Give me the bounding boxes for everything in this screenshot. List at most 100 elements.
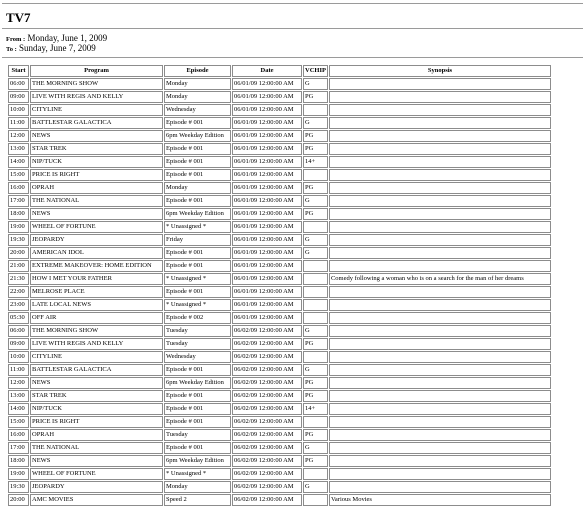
table-row: 17:00 THE NATIONAL Episode # 001 06/02/09 1… — [8, 442, 551, 454]
program-cell: HOW I MET YOUR FATHER — [30, 273, 163, 285]
start-time-cell: 05:30 — [8, 312, 29, 324]
vchip-cell — [303, 273, 328, 285]
synopsis-cell — [328, 286, 551, 298]
synopsis-cell: Comedy following a woman who is on a sea… — [328, 273, 551, 285]
episode-cell: Monday — [164, 182, 231, 194]
table-row: 13:00 STAR TREK Episode # 001 06/02/09 12:0… — [8, 390, 551, 402]
start-time-cell: 19:30 — [8, 234, 29, 246]
table-row: 12:00 NEWS 6pm Weekday Edition 06/02/09 12:… — [8, 377, 551, 389]
program-cell: STAR TREK — [30, 143, 163, 155]
table-row: 19:30 JEOPARDY Friday 06/01/09 12:00:00 AM G — [8, 234, 551, 246]
table-row: 22:00 MELROSE PLACE Episode # 001 06/01/09 … — [8, 286, 551, 298]
to-value: Sunday, June 7, 2009 — [19, 43, 96, 53]
program-cell: PRICE IS RIGHT — [30, 416, 163, 428]
program-cell: OFF AIR — [30, 312, 163, 324]
episode-cell: Speed 2 — [164, 494, 231, 506]
from-label: From : — [6, 36, 26, 43]
program-cell: JEOPARDY — [30, 234, 163, 246]
table-row: 05:30 OFF AIR Episode # 002 06/01/09 12:00:… — [8, 312, 551, 324]
vchip-cell: G — [303, 442, 328, 454]
table-row: 21:00 EXTREME MAKEOVER: HOME EDITION Episo… — [8, 260, 551, 272]
vchip-cell: G — [303, 234, 328, 246]
synopsis-cell — [328, 130, 551, 142]
synopsis-cell — [328, 91, 551, 103]
vchip-cell: 14+ — [303, 403, 328, 415]
synopsis-cell — [328, 104, 551, 116]
date-cell: 06/02/09 12:00:00 AM — [232, 325, 302, 337]
vchip-cell — [303, 468, 328, 480]
synopsis-cell — [328, 260, 551, 272]
table-row: 19:00 WHEEL OF FORTUNE * Unassigned * 06/01… — [8, 221, 551, 233]
vchip-cell — [303, 286, 328, 298]
start-time-cell: 16:00 — [8, 429, 29, 441]
date-cell: 06/02/09 12:00:00 AM — [232, 481, 302, 493]
to-label: To : — [6, 46, 17, 53]
start-time-cell: 20:00 — [8, 247, 29, 259]
vchip-cell: 14+ — [303, 156, 328, 168]
column-header-episode: Episode — [164, 65, 231, 77]
synopsis-cell — [328, 325, 551, 337]
program-cell: PRICE IS RIGHT — [30, 169, 163, 181]
episode-cell: Wednesday — [164, 104, 231, 116]
episode-cell: Monday — [164, 78, 231, 90]
start-time-cell: 09:00 — [8, 338, 29, 350]
vchip-cell: PG — [303, 143, 328, 155]
date-cell: 06/01/09 12:00:00 AM — [232, 91, 302, 103]
episode-cell: Episode # 001 — [164, 260, 231, 272]
episode-cell: Episode # 001 — [164, 403, 231, 415]
table-row: 12:00 NEWS 6pm Weekday Edition 06/01/09 12:… — [8, 130, 551, 142]
date-cell: 06/01/09 12:00:00 AM — [232, 247, 302, 259]
date-cell: 06/01/09 12:00:00 AM — [232, 169, 302, 181]
table-row: 23:00 LATE LOCAL NEWS * Unassigned * 06/01/… — [8, 299, 551, 311]
table-row: 20:00 AMERICAN IDOL Episode # 001 06/01/09 … — [8, 247, 551, 259]
date-cell: 06/01/09 12:00:00 AM — [232, 221, 302, 233]
start-time-cell: 19:00 — [8, 221, 29, 233]
program-cell: THE NATIONAL — [30, 195, 163, 207]
date-cell: 06/02/09 12:00:00 AM — [232, 429, 302, 441]
start-time-cell: 19:30 — [8, 481, 29, 493]
start-time-cell: 06:00 — [8, 325, 29, 337]
episode-cell: * Unassigned * — [164, 299, 231, 311]
table-row: 13:00 STAR TREK Episode # 001 06/01/09 12:0… — [8, 143, 551, 155]
synopsis-cell — [328, 455, 551, 467]
vchip-cell: PG — [303, 390, 328, 402]
start-time-cell: 21:00 — [8, 260, 29, 272]
synopsis-cell — [328, 377, 551, 389]
vchip-cell: PG — [303, 455, 328, 467]
program-cell: JEOPARDY — [30, 481, 163, 493]
vchip-cell: G — [303, 78, 328, 90]
episode-cell: 6pm Weekday Edition — [164, 377, 231, 389]
date-cell: 06/01/09 12:00:00 AM — [232, 104, 302, 116]
table-row: 17:00 THE NATIONAL Episode # 001 06/01/09 1… — [8, 195, 551, 207]
vchip-cell: G — [303, 195, 328, 207]
page-title: TV7 — [6, 10, 31, 25]
episode-cell: Friday — [164, 234, 231, 246]
program-cell: WHEEL OF FORTUNE — [30, 468, 163, 480]
synopsis-cell — [328, 416, 551, 428]
episode-cell: Episode # 001 — [164, 442, 231, 454]
date-cell: 06/01/09 12:00:00 AM — [232, 195, 302, 207]
date-cell: 06/02/09 12:00:00 AM — [232, 468, 302, 480]
episode-cell: Episode # 001 — [164, 143, 231, 155]
start-time-cell: 17:00 — [8, 442, 29, 454]
vchip-cell: G — [303, 364, 328, 376]
synopsis-cell — [328, 208, 551, 220]
episode-cell: Tuesday — [164, 429, 231, 441]
start-time-cell: 20:00 — [8, 494, 29, 506]
synopsis-cell — [328, 403, 551, 415]
table-row: 06:00 THE MORNING SHOW Monday 06/01/09 12:0… — [8, 78, 551, 90]
date-cell: 06/02/09 12:00:00 AM — [232, 494, 302, 506]
table-row: 10:00 CITYLINE Wednesday 06/01/09 12:00:00 … — [8, 104, 551, 116]
vchip-cell — [303, 260, 328, 272]
synopsis-cell — [328, 234, 551, 246]
start-time-cell: 23:00 — [8, 299, 29, 311]
table-row: 18:00 NEWS 6pm Weekday Edition 06/02/09 12:… — [8, 455, 551, 467]
synopsis-cell — [328, 78, 551, 90]
vchip-cell: G — [303, 481, 328, 493]
date-cell: 06/01/09 12:00:00 AM — [232, 156, 302, 168]
vchip-cell — [303, 169, 328, 181]
range-divider — [2, 57, 583, 58]
synopsis-cell — [328, 299, 551, 311]
program-cell: BATTLESTAR GALACTICA — [30, 364, 163, 376]
vchip-cell — [303, 416, 328, 428]
